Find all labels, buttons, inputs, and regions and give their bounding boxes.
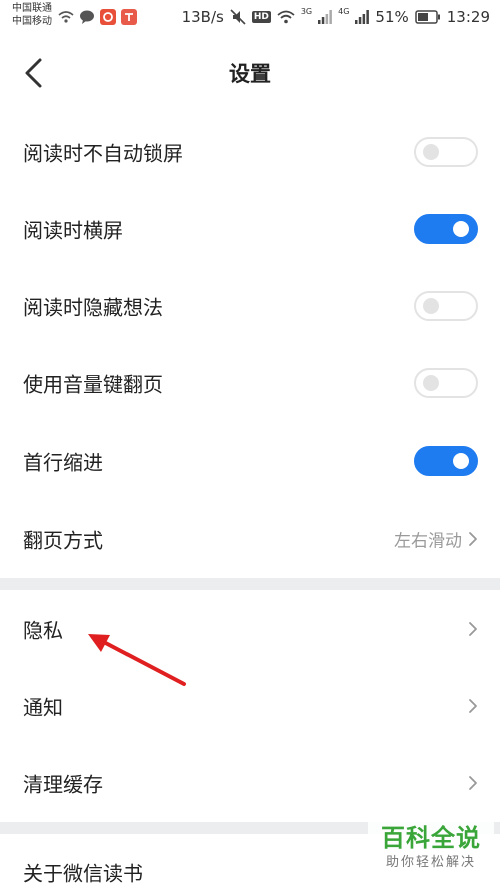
toggle-switch[interactable] [414, 214, 478, 244]
setting-label: 阅读时横屏 [23, 218, 123, 243]
watermark-main: 百科全说 [381, 824, 481, 852]
chat-bubble-icon [80, 10, 94, 24]
music-app-icon [100, 9, 116, 25]
page-title: 设置 [229, 62, 271, 86]
clock: 13:29 [446, 8, 490, 26]
section-divider [0, 578, 500, 590]
chevron-right-icon [469, 699, 477, 713]
setting-page-turn-mode[interactable]: 翻页方式 左右滑动 [0, 500, 500, 578]
setting-label: 阅读时隐藏想法 [23, 295, 163, 320]
setting-label: 清理缓存 [23, 772, 103, 797]
toggle-switch[interactable] [414, 446, 478, 476]
chevron-right-icon [469, 532, 477, 546]
chevron-right-icon [469, 622, 477, 636]
notification-icons [58, 9, 137, 25]
hd-badge: HD [251, 11, 271, 23]
setting-label: 使用音量键翻页 [23, 372, 163, 397]
wifi-icon [58, 11, 74, 23]
toggle-switch[interactable] [414, 291, 478, 321]
toggle-knob [453, 453, 469, 469]
setting-hide-thoughts[interactable]: 阅读时隐藏想法 [0, 267, 500, 345]
setting-label: 翻页方式 [23, 528, 103, 553]
setting-volume-key-paging[interactable]: 使用音量键翻页 [0, 344, 500, 422]
setting-value: 左右滑动 [394, 531, 462, 552]
setting-label: 阅读时不自动锁屏 [23, 141, 183, 166]
carrier-2: 中国移动 [12, 16, 52, 27]
toggle-switch[interactable] [414, 368, 478, 398]
toggle-knob [453, 221, 469, 237]
setting-privacy[interactable]: 隐私 [0, 590, 500, 668]
news-app-icon [121, 9, 137, 25]
signal-bars-icon-2 [355, 10, 370, 24]
signal-bars-icon [318, 10, 333, 24]
signal-3g: 3G [300, 6, 313, 16]
status-bar: 中国联通 中国移动 13B/s HD 3G 4G 51% 13:29 [0, 0, 500, 36]
wifi-signal-icon [277, 10, 295, 24]
toggle-knob [423, 144, 439, 160]
setting-landscape[interactable]: 阅读时横屏 [0, 190, 500, 268]
mute-icon [230, 9, 246, 25]
setting-label: 首行缩进 [23, 450, 103, 475]
status-right: 13B/s HD 3G 4G 51% 13:29 [181, 6, 490, 27]
carrier-1: 中国联通 [12, 3, 52, 14]
battery-percent: 51% [375, 8, 409, 26]
setting-clear-cache[interactable]: 清理缓存 [0, 744, 500, 822]
setting-no-autolock[interactable]: 阅读时不自动锁屏 [0, 113, 500, 191]
battery-icon [415, 10, 440, 24]
setting-notifications[interactable]: 通知 [0, 667, 500, 745]
setting-label: 通知 [23, 695, 63, 720]
annotation-arrow [88, 634, 186, 686]
setting-label: 关于微信读书 [23, 861, 143, 886]
toggle-switch[interactable] [414, 137, 478, 167]
toggle-knob [423, 375, 439, 391]
setting-label: 隐私 [23, 618, 63, 643]
watermark-sub: 助你轻松解决 [385, 855, 476, 870]
navigation-bar: 设置 [0, 36, 500, 110]
setting-first-line-indent[interactable]: 首行缩进 [0, 422, 500, 500]
network-speed: 13B/s [181, 8, 224, 26]
signal-4g: 4G [338, 6, 350, 16]
watermark-logo: 百科全说 助你轻松解决 [368, 822, 494, 884]
carrier-info: 中国联通 中国移动 [12, 2, 52, 28]
chevron-right-icon [469, 776, 477, 790]
toggle-knob [423, 298, 439, 314]
